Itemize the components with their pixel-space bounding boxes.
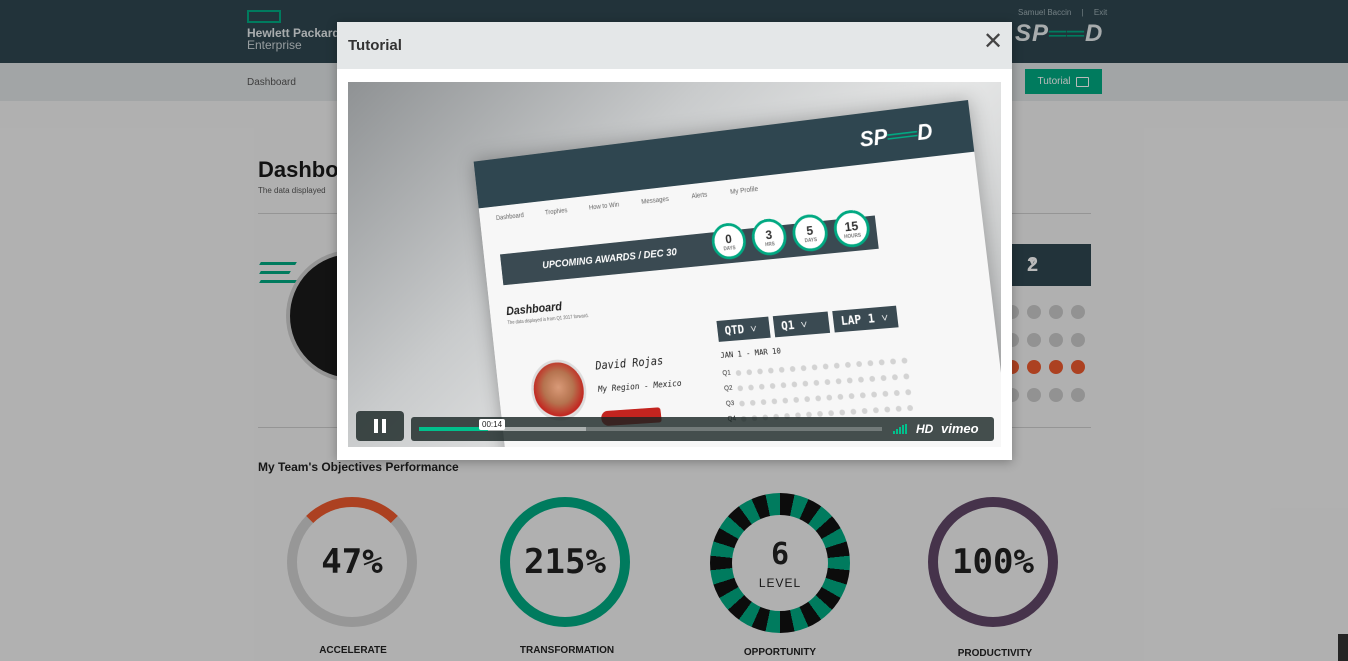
mock-speed-lines: ══ xyxy=(885,120,919,149)
mock-speed-d: D xyxy=(915,118,934,146)
video-player[interactable]: SP══D Dashboard Trophies How to Win Mess… xyxy=(348,82,1001,447)
countdown-circle: 5 DAYS xyxy=(790,212,830,253)
pause-icon xyxy=(382,419,386,433)
video-controls: 00:14 HD vimeo xyxy=(411,417,994,441)
close-icon[interactable]: ✕ xyxy=(983,30,1003,54)
mock-select-q1: Q1 ˅ xyxy=(772,311,831,338)
mock-nav-item: Trophies xyxy=(544,207,568,217)
quarter-label: Q2 xyxy=(723,385,733,393)
mock-select-qtd: QTD ˅ xyxy=(716,316,771,342)
award-text: UPCOMING AWARDS / DEC 30 xyxy=(541,246,678,272)
mock-nav-item: Messages xyxy=(641,196,670,206)
quarter-label: Q1 xyxy=(722,369,732,378)
mock-title: Dashboard xyxy=(505,299,563,318)
modal-header: Tutorial ✕ xyxy=(337,22,1012,69)
countdown-unit: HRS xyxy=(764,240,776,248)
video-frame: SP══D Dashboard Trophies How to Win Mess… xyxy=(473,100,1001,447)
countdown-circle: 0 DAYS xyxy=(709,221,748,261)
mock-nav-item: My Profile xyxy=(729,186,759,196)
tutorial-modal: Tutorial ✕ SP══D Dashboard Trophies How … xyxy=(337,22,1012,460)
mock-select-lap: LAP 1 ˅ xyxy=(832,305,899,333)
countdown-value: 0 xyxy=(724,230,733,246)
mock-nav-item: Dashboard xyxy=(495,212,525,222)
driver-name: David Rojas xyxy=(594,354,664,373)
modal-title: Tutorial xyxy=(348,37,402,54)
vimeo-logo[interactable]: vimeo xyxy=(941,421,979,436)
mock-speed-sp: SP xyxy=(858,124,889,152)
countdown-value: 15 xyxy=(843,217,859,234)
countdown-value: 5 xyxy=(805,222,814,238)
countdown-unit: DAYS xyxy=(723,244,736,252)
mock-date-range: JAN 1 - MAR 10 xyxy=(719,346,782,360)
countdown-circle: 3 HRS xyxy=(749,217,789,257)
video-progress-track[interactable]: 00:14 xyxy=(419,419,882,431)
mock-quarter-row: Q3 xyxy=(725,388,912,408)
signal-icon[interactable] xyxy=(893,424,907,434)
mock-nav-item: Alerts xyxy=(691,191,708,201)
mock-nav-item: How to Win xyxy=(588,201,620,212)
countdown-unit: DAYS xyxy=(804,236,818,244)
pause-icon xyxy=(374,419,378,433)
hd-button[interactable]: HD xyxy=(916,422,933,436)
quarter-label: Q3 xyxy=(725,400,735,408)
driver-region: My Region - Mexico xyxy=(597,379,683,395)
video-timecode: 00:14 xyxy=(479,419,506,430)
countdown-circle: 15 HOURS xyxy=(831,208,872,249)
countdown-unit: HOURS xyxy=(843,232,862,240)
driver-avatar xyxy=(528,357,590,423)
mock-award-banner: UPCOMING AWARDS / DEC 30 0 DAYS 3 HRS 5 DAY… xyxy=(500,208,879,286)
pause-button[interactable] xyxy=(356,411,404,441)
countdown-value: 3 xyxy=(764,226,773,242)
mock-speed-logo: SP══D xyxy=(858,119,934,153)
